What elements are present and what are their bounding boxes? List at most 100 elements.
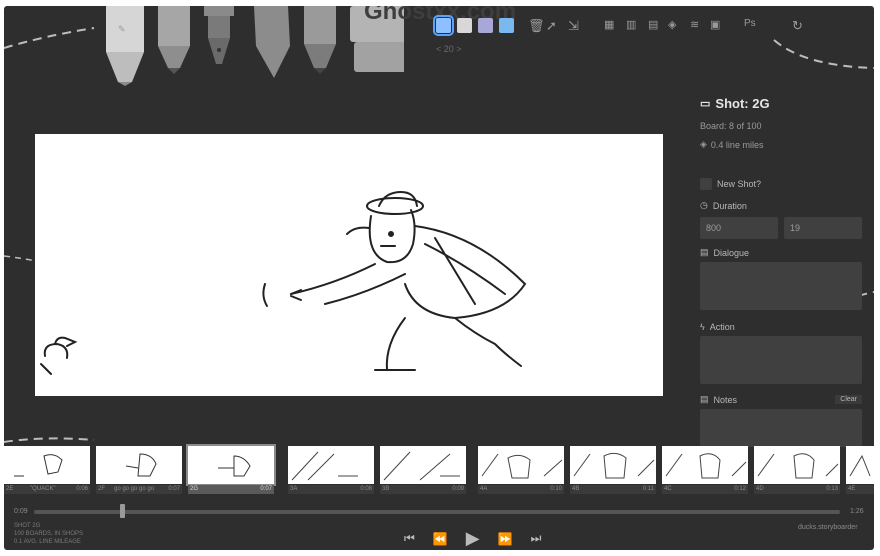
board-dur-9: 0:13 [826, 486, 838, 492]
status-line-3: 0.1 AVG. LINE MILEAGE [14, 539, 81, 545]
play-icon[interactable]: ▶ [466, 528, 480, 549]
board-thumb-10[interactable] [846, 446, 874, 484]
time-total: 1:26 [850, 508, 864, 515]
board-dur-5: 0:09 [452, 486, 464, 492]
dialogue-input[interactable] [700, 262, 862, 310]
board-label-3: 2G 0:07 [188, 485, 274, 494]
duration-fields: 800 19 [700, 217, 866, 239]
board-shot-10: 4E [848, 486, 856, 492]
board-dur-7: 0:11 [642, 486, 654, 492]
board-shot-4: 3A [290, 486, 298, 492]
notes-icon: ▤ [700, 394, 709, 404]
board-thumb-sketch [849, 454, 871, 477]
board-thumb-3-selected[interactable] [186, 444, 276, 486]
board-label-5: 3B 0:09 [380, 485, 466, 494]
board-thumb-1[interactable] [4, 446, 90, 484]
board-thumb-sketch [218, 455, 251, 477]
board-label-6: 4A 0:10 [478, 485, 564, 494]
board-dur-3: 0:07 [260, 486, 272, 492]
new-shot-checkbox[interactable] [700, 178, 712, 190]
board-thumb-sketch [481, 453, 563, 479]
clock-icon: ◷ [700, 200, 708, 210]
board-thumb-sketch [665, 453, 747, 479]
skip-forward-icon[interactable]: ⏭ [531, 531, 542, 546]
scrubber-track[interactable] [34, 510, 840, 514]
board-dur-2: 0:07 [168, 486, 180, 492]
board-caption-2: go go go go go [114, 486, 155, 492]
time-current: 0:09 [14, 508, 28, 515]
board-thumb-2[interactable] [96, 446, 182, 484]
skip-back-icon[interactable]: ⏮ [404, 531, 415, 546]
board-thumb-6[interactable] [478, 446, 564, 484]
status-line-2: 100 BOARDS, IN SHOPS [14, 531, 84, 537]
board-label-10: 4E [846, 485, 874, 494]
bolt-icon: ϟ [700, 322, 705, 332]
board-thumb-sketch [125, 453, 157, 477]
board-thumb-5[interactable] [380, 446, 466, 484]
board-shot-7: 4B [572, 486, 580, 492]
diamond-icon: ◈ [700, 139, 707, 149]
clear-notes-button[interactable]: Clear [835, 395, 862, 404]
new-shot-row: New Shot? [700, 178, 866, 190]
fast-forward-icon[interactable]: ⏩ [498, 532, 513, 546]
rewind-icon[interactable]: ⏪ [433, 532, 448, 546]
status-info: SHOT 2G 100 BOARDS, IN SHOPS 0.1 AVG. LI… [14, 522, 83, 546]
board-thumb-8[interactable] [662, 446, 748, 484]
board-dur-8: 0:12 [734, 486, 746, 492]
status-line-1: SHOT 2G [14, 523, 41, 529]
board-info: Board: 8 of 100 [700, 121, 762, 131]
board-thumb-4[interactable] [288, 446, 374, 484]
board-timeline: 2E "QUACK" 0:06 2F go go go go go 0:07 2G 0:0… [4, 444, 874, 496]
board-label-9: 4D 0:13 [754, 485, 840, 494]
board-caption-1: "QUACK" [30, 486, 56, 492]
notes-label: Notes [713, 394, 738, 405]
dialogue-label-row: ▤ Dialogue [700, 247, 866, 258]
line-miles-row: ◈ 0.4 line miles [700, 139, 866, 150]
playback-bar: 0:09 1:26 SHOT 2G 100 BOARDS, IN SHOPS 0… [4, 500, 874, 550]
notes-input[interactable] [700, 409, 862, 447]
board-shot-8: 4C [664, 486, 672, 492]
board-thumb-sketch [383, 451, 460, 481]
action-label-row: ϟ Action [700, 322, 866, 332]
board-shot-6: 4A [480, 486, 488, 492]
action-label: Action [709, 322, 735, 332]
duration-frames-input[interactable]: 19 [784, 217, 862, 239]
board-shot-5: 3B [382, 486, 390, 492]
board-thumb-sketch [291, 451, 358, 481]
app-window: ✎ Ghostxx.com < 20 > 🗑 ➚ ⇲ ▦ ▥ ▤ ◈ ≋ ▣ P… [4, 6, 874, 550]
transport-controls: ⏮ ⏪ ▶ ⏩ ⏭ [404, 528, 541, 549]
speech-bubble-icon: ▤ [700, 247, 709, 257]
line-miles-text: 0.4 line miles [710, 139, 764, 150]
duration-label-row: ◷ Duration [700, 200, 866, 211]
dialogue-label: Dialogue [713, 247, 750, 258]
shot-title-text: Shot: 2G [715, 96, 770, 111]
file-name: ducks.storyboarder [798, 524, 858, 531]
board-thumb-sketch [573, 452, 655, 479]
notes-label-row: ▤ Notes Clear [700, 394, 866, 405]
board-label-2: 2F go go go go go 0:07 [96, 485, 182, 494]
board-shot-9: 4D [756, 486, 764, 492]
board-shot-1: 2E [6, 486, 14, 492]
drawing-canvas[interactable] [35, 134, 663, 396]
board-label-4: 3A 0:08 [288, 485, 374, 494]
board-label-8: 4C 0:12 [662, 485, 748, 494]
board-dur-1: 0:06 [76, 486, 88, 492]
board-dur-4: 0:08 [360, 486, 372, 492]
board-thumb-9[interactable] [754, 446, 840, 484]
board-shot-3: 2G [190, 486, 199, 492]
board-dur-6: 0:10 [550, 486, 562, 492]
monitor-icon: ▭ [700, 98, 711, 110]
sketch-drawing [40, 190, 527, 375]
scrubber-handle[interactable] [120, 504, 125, 518]
board-thumb-7[interactable] [570, 446, 656, 484]
board-shot-2: 2F [98, 486, 106, 492]
board-label-1: 2E "QUACK" 0:06 [4, 485, 90, 494]
duration-label: Duration [712, 200, 747, 211]
shot-panel: ▭ Shot: 2G Board: 8 of 100 ◈ 0.4 line mi… [700, 96, 866, 447]
duration-ms-input[interactable]: 800 [700, 217, 778, 239]
board-thumb-sketch [757, 453, 839, 479]
action-input[interactable] [700, 336, 862, 384]
board-thumb-sketch [14, 454, 63, 477]
board-label-7: 4B 0:11 [570, 485, 656, 494]
new-shot-label: New Shot? [717, 179, 762, 189]
